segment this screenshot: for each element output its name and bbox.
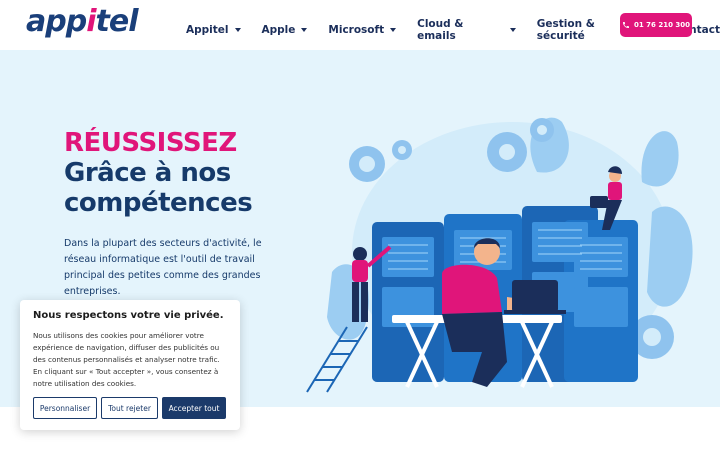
chevron-down-icon bbox=[234, 28, 241, 32]
nav-item-apple[interactable]: Apple bbox=[262, 18, 308, 42]
cookie-text: Nous utilisons des cookies pour améliore… bbox=[33, 331, 220, 388]
phone-icon bbox=[622, 22, 629, 28]
reject-all-button[interactable]: Tout rejeter bbox=[101, 397, 158, 419]
nav-item-cloud-emails[interactable]: Cloud & emails bbox=[417, 18, 516, 42]
hero-title-accent: RÉUSSISSEZ bbox=[64, 128, 237, 158]
chevron-down-icon bbox=[301, 28, 308, 32]
chevron-down-icon bbox=[390, 28, 397, 32]
hero-illustration bbox=[306, 117, 693, 393]
cookie-title: Nous respectons votre vie privée. bbox=[33, 310, 224, 321]
logo-part-3: tel bbox=[95, 4, 139, 39]
cookie-consent-banner: Nous respectons votre vie privée. Nous u… bbox=[20, 300, 240, 430]
hero-title-main: Grâce à nos compétences bbox=[64, 158, 253, 218]
nav-label: Apple bbox=[261, 24, 296, 36]
logo-part-2: i bbox=[86, 4, 96, 39]
accept-all-button[interactable]: Accepter tout bbox=[162, 397, 226, 419]
nav-label: Cloud & emails bbox=[417, 18, 464, 42]
nav-item-appitel[interactable]: Appitel bbox=[186, 18, 241, 42]
appitel-logo[interactable]: appitel bbox=[26, 4, 139, 39]
phone-button[interactable]: 01 76 210 300 bbox=[620, 13, 692, 37]
nav-item-microsoft[interactable]: Microsoft bbox=[328, 18, 397, 42]
phone-number: 01 76 210 300 bbox=[633, 21, 691, 29]
chevron-down-icon bbox=[509, 28, 516, 32]
customize-button[interactable]: Personnaliser bbox=[33, 397, 97, 419]
nav-label: Appitel bbox=[186, 24, 229, 36]
nav-label: Microsoft bbox=[328, 24, 385, 36]
site-header: appitel Appitel Apple Microsoft Cloud & … bbox=[0, 0, 720, 50]
logo-part-1: app bbox=[26, 4, 87, 39]
hero-description: Dans la plupart des secteurs d'activité,… bbox=[64, 238, 262, 297]
